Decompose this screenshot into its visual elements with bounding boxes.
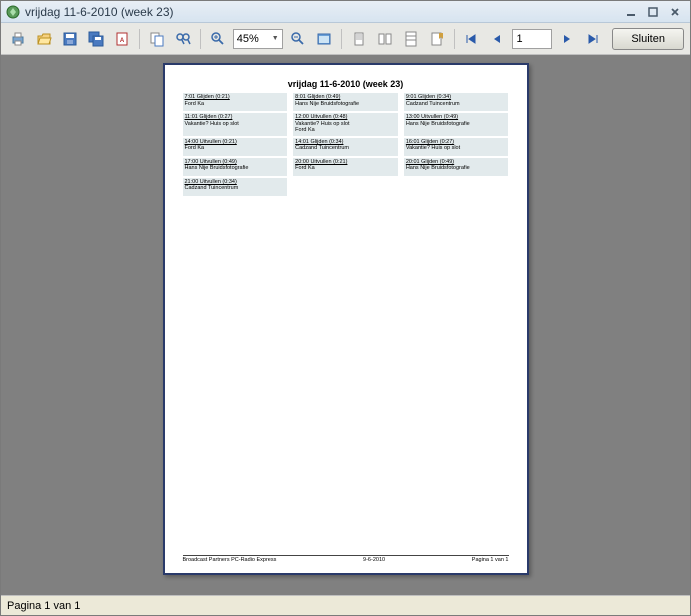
close-label: Sluiten <box>631 33 665 45</box>
dropdown-arrow-icon: ▼ <box>272 35 279 42</box>
cell-time: 9:01 Glijden (0:34) <box>406 94 507 101</box>
zoom-in-button[interactable] <box>207 28 229 50</box>
page-blank <box>183 196 509 555</box>
first-page-button[interactable] <box>461 28 483 50</box>
schedule-cell: 12:00 Uitvullen (0:48)Vakantie? Huis op … <box>293 113 398 136</box>
svg-text:A: A <box>120 38 125 44</box>
preview-area[interactable]: vrijdag 11-6-2010 (week 23) 7:01 Glijden… <box>1 55 690 595</box>
maximize-button[interactable] <box>642 4 664 20</box>
schedule-cell: 8:01 Glijden (0:49)Hans Nije Bruidsfotog… <box>293 93 398 111</box>
fullscreen-button[interactable] <box>313 28 335 50</box>
cell-desc: Hans Nije Bruidsfotografie <box>406 121 507 128</box>
schedule-cell: 11:01 Glijden (0:27)Vakantie? Huis op sl… <box>183 113 288 136</box>
page-number: 1 <box>516 33 522 45</box>
save-button[interactable] <box>59 28 81 50</box>
window-close-button[interactable] <box>664 4 686 20</box>
schedule-cell: 20:00 Uitvullen (0:21)Ford Ka <box>293 158 398 176</box>
schedule-cell: 17:00 Uitvullen (0:49)Hans Nije Bruidsfo… <box>183 158 288 176</box>
copy-button[interactable] <box>146 28 168 50</box>
page-footer: Broadcast Partners PC-Radio Express 9-6-… <box>183 555 509 563</box>
window-title: vrijdag 11-6-2010 (week 23) <box>25 5 620 19</box>
titlebar: vrijdag 11-6-2010 (week 23) <box>1 1 690 23</box>
cell-desc: Hans Nije Bruidsfotografie <box>295 101 396 108</box>
toolbar-separator <box>341 29 342 49</box>
view-single-button[interactable] <box>348 28 370 50</box>
schedule-grid: 7:01 Glijden (0:21)Ford Ka8:01 Glijden (… <box>183 93 509 196</box>
view-facing-button[interactable] <box>374 28 396 50</box>
cell-time: 16:01 Glijden (0:27) <box>406 139 507 146</box>
cell-time: 21:00 Uitvullen (0:34) <box>185 179 286 186</box>
prev-page-button[interactable] <box>486 28 508 50</box>
cell-time: 7:01 Glijden (0:21) <box>185 94 286 101</box>
footer-center: 9-6-2010 <box>363 557 385 563</box>
cell-time: 17:00 Uitvullen (0:49) <box>185 159 286 166</box>
next-page-button[interactable] <box>556 28 578 50</box>
cell-desc: Hans Nije Bruidsfotografie <box>406 165 507 172</box>
view-continuous-button[interactable] <box>400 28 422 50</box>
cell-desc: Hans Nije Bruidsfotografie <box>185 165 286 172</box>
cell-desc: Vakantie? Huis op slot <box>406 145 507 152</box>
schedule-cell: 16:01 Glijden (0:27)Vakantie? Huis op sl… <box>404 138 509 156</box>
footer-right: Pagina 1 van 1 <box>472 557 509 563</box>
cell-desc: Ford Ka <box>295 127 396 134</box>
last-page-button[interactable] <box>582 28 604 50</box>
schedule-cell: 14:00 Uitvullen (0:21)Ford Ka <box>183 138 288 156</box>
cell-time: 14:00 Uitvullen (0:21) <box>185 139 286 146</box>
cell-desc: Vakantie? Huis op slot <box>295 121 396 128</box>
schedule-cell: 14:01 Glijden (0:34)Cadzand Tuincentrum <box>293 138 398 156</box>
schedule-cell: 9:01 Glijden (0:34)Cadzand Tuincentrum <box>404 93 509 111</box>
app-icon <box>5 4 21 20</box>
cell-desc: Ford Ka <box>295 165 396 172</box>
footer-left: Broadcast Partners PC-Radio Express <box>183 557 277 563</box>
pdf-export-button[interactable]: A <box>111 28 133 50</box>
cell-time: 14:01 Glijden (0:34) <box>295 139 396 146</box>
schedule-cell <box>293 178 398 196</box>
statusbar: Pagina 1 van 1 <box>1 595 690 615</box>
cell-desc: Vakantie? Huis op slot <box>185 121 286 128</box>
open-button[interactable] <box>33 28 55 50</box>
print-button[interactable] <box>7 28 29 50</box>
cell-desc: Cadzand Tuincentrum <box>295 145 396 152</box>
toolbar-separator <box>454 29 455 49</box>
page-heading: vrijdag 11-6-2010 (week 23) <box>183 79 509 89</box>
cell-time: 12:00 Uitvullen (0:48) <box>295 114 396 121</box>
cell-time: 20:01 Glijden (0:49) <box>406 159 507 166</box>
toolbar: A 45% ▼ 1 <box>1 23 690 55</box>
schedule-cell <box>404 178 509 196</box>
zoom-value: 45% <box>237 33 259 45</box>
cell-time: 20:00 Uitvullen (0:21) <box>295 159 396 166</box>
close-preview-button[interactable]: Sluiten <box>612 28 684 50</box>
schedule-cell: 13:00 Uitvullen (0:49)Hans Nije Bruidsfo… <box>404 113 509 136</box>
cell-desc: Cadzand Tuincentrum <box>185 185 286 192</box>
page-input[interactable]: 1 <box>512 29 552 49</box>
status-text: Pagina 1 van 1 <box>7 600 80 612</box>
schedule-cell: 20:01 Glijden (0:49)Hans Nije Bruidsfoto… <box>404 158 509 176</box>
zoom-select[interactable]: 45% ▼ <box>233 29 283 49</box>
cell-time: 13:00 Uitvullen (0:49) <box>406 114 507 121</box>
cell-desc: Ford Ka <box>185 145 286 152</box>
save-all-button[interactable] <box>85 28 107 50</box>
toolbar-separator <box>200 29 201 49</box>
cell-desc: Cadzand Tuincentrum <box>406 101 507 108</box>
bookmark-button[interactable] <box>426 28 448 50</box>
cell-time: 8:01 Glijden (0:49) <box>295 94 396 101</box>
minimize-button[interactable] <box>620 4 642 20</box>
cell-time: 11:01 Glijden (0:27) <box>185 114 286 121</box>
schedule-cell: 7:01 Glijden (0:21)Ford Ka <box>183 93 288 111</box>
schedule-cell: 21:00 Uitvullen (0:34)Cadzand Tuincentru… <box>183 178 288 196</box>
find-button[interactable] <box>172 28 194 50</box>
zoom-out-button[interactable] <box>287 28 309 50</box>
toolbar-separator <box>139 29 140 49</box>
preview-page: vrijdag 11-6-2010 (week 23) 7:01 Glijden… <box>163 63 529 575</box>
cell-desc: Ford Ka <box>185 101 286 108</box>
